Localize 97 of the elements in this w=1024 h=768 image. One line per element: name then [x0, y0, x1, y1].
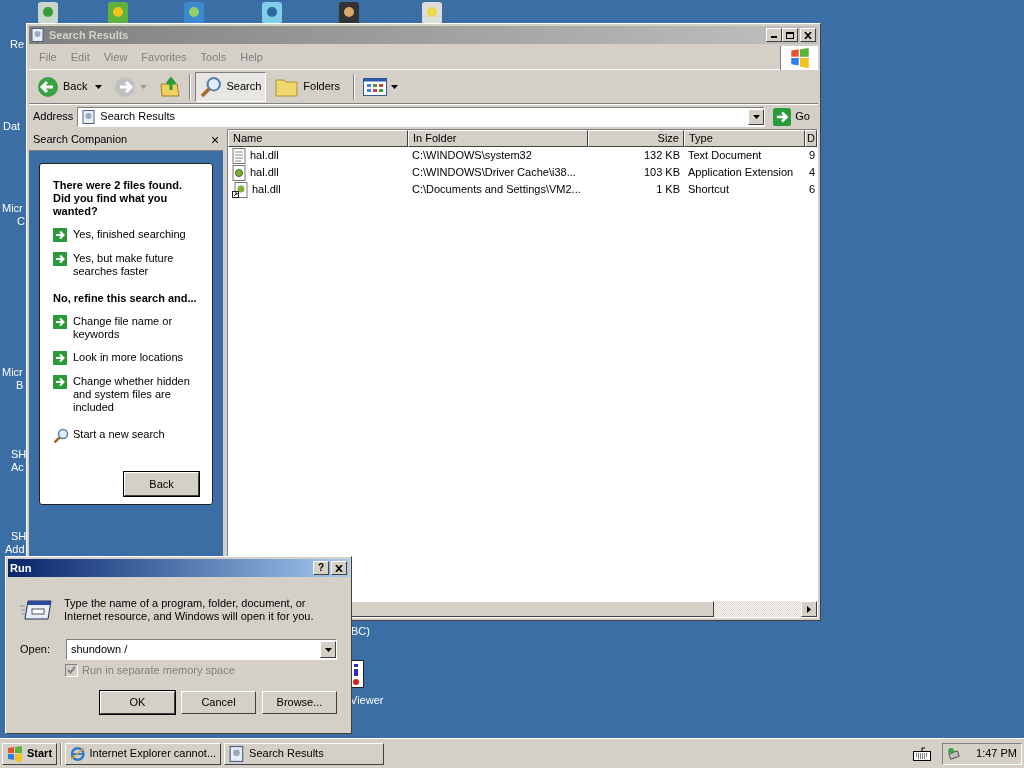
- table-cell-text: hal.dll: [250, 165, 279, 181]
- arrow-icon: [53, 252, 67, 266]
- scroll-right-icon[interactable]: [807, 605, 811, 613]
- dropdown-arrow-icon[interactable]: [95, 84, 103, 89]
- window-title: Run: [10, 560, 33, 576]
- close-icon: [335, 564, 343, 572]
- arrow-icon: [53, 315, 67, 329]
- option-link[interactable]: Yes, but make future searches faster: [73, 252, 200, 278]
- keyboard-icon[interactable]: [913, 746, 931, 761]
- table-cell-text: 6: [809, 182, 816, 198]
- run-icon: [20, 597, 52, 621]
- network-icon[interactable]: [947, 745, 961, 762]
- table-cell-text: 4: [809, 165, 816, 181]
- clock: 1:47 PM: [976, 746, 1017, 762]
- windows-logo-icon: [7, 745, 23, 762]
- desktop-icon-label: B: [16, 379, 24, 392]
- option-link[interactable]: Change file name or keywords: [73, 315, 200, 341]
- caret-icon: [752, 114, 760, 119]
- search-window-icon: [82, 109, 97, 124]
- folders-button[interactable]: Folders: [270, 71, 345, 102]
- table-cell-text: C:\Documents and Settings\VM2...: [412, 182, 581, 198]
- address-field[interactable]: Search Results: [77, 106, 766, 127]
- document-icon: [232, 147, 246, 164]
- table-cell-text: 9: [809, 148, 816, 164]
- search-window-icon: [229, 745, 246, 762]
- run-description: Type the name of a program, folder, document, or Internet resource, and Windows will open it for you.: [64, 597, 315, 623]
- gear-file-icon: [232, 164, 246, 181]
- caret-icon: [324, 647, 332, 652]
- desktop-icon-label: C: [17, 215, 25, 228]
- table-cell-text: Application Extension: [688, 165, 794, 181]
- back-button[interactable]: Back: [124, 472, 200, 496]
- table-cell-text: Text Document: [688, 148, 762, 164]
- table-cell-text: 132 KB: [643, 148, 680, 164]
- desktop-icon-label: SH: [11, 448, 27, 461]
- search-button[interactable]: Search: [195, 71, 267, 102]
- close-icon: [804, 31, 812, 39]
- arrow-icon: [53, 351, 67, 365]
- desktop-icon-label: SH: [11, 530, 27, 543]
- arrow-icon: [773, 107, 792, 126]
- open-field[interactable]: shundown /: [65, 639, 337, 660]
- start-button[interactable]: Start: [2, 742, 58, 765]
- pane-title: Search Companion: [33, 132, 129, 148]
- folder-icon: [275, 76, 300, 97]
- option-link[interactable]: Start a new search: [73, 428, 165, 441]
- browse-button[interactable]: Browse...: [262, 690, 337, 714]
- maximize-button[interactable]: [782, 28, 798, 42]
- taskbar-button[interactable]: Internet Explorer cannot...: [65, 742, 222, 765]
- desktop-icon-label: Dat: [3, 120, 21, 133]
- option-link[interactable]: Yes, finished searching: [73, 228, 186, 241]
- views-icon[interactable]: [363, 77, 387, 96]
- shortcut-icon: [232, 181, 248, 198]
- table-cell-text: Shortcut: [688, 182, 729, 198]
- desktop-icon-label: BC): [351, 625, 370, 638]
- arrow-icon: [53, 375, 67, 389]
- search-window-icon: [31, 28, 45, 42]
- address-label: Address: [33, 109, 74, 125]
- section-heading: No, refine this search and...: [53, 292, 198, 305]
- result-heading: There were 2 files found. Did you find what you wanted?: [53, 179, 183, 218]
- checkbox-label: Run in separate memory space: [82, 663, 235, 678]
- close-button[interactable]: [331, 561, 347, 575]
- desktop-icon-label: Micr: [2, 202, 23, 215]
- go-button[interactable]: Go: [769, 107, 814, 126]
- window-title: Search Results: [49, 27, 130, 43]
- windows-logo-icon: [789, 47, 810, 68]
- desktop-icon-label: Add: [5, 543, 25, 556]
- back-button[interactable]: Back: [33, 72, 92, 101]
- table-cell-text: hal.dll: [252, 182, 281, 198]
- table-cell-text: 103 KB: [643, 165, 680, 181]
- column-header[interactable]: Name: [228, 130, 408, 147]
- option-link[interactable]: Look in more locations: [73, 351, 184, 364]
- browser-icon: [70, 745, 86, 762]
- arrow-icon: [53, 228, 67, 242]
- search-icon: [53, 428, 69, 444]
- column-header[interactable]: Size: [588, 130, 684, 147]
- taskbar-button[interactable]: Search Results: [224, 742, 385, 765]
- dropdown-button[interactable]: [748, 108, 765, 125]
- desktop-icon-label: Ac: [11, 461, 24, 474]
- dropdown-arrow-icon[interactable]: [391, 84, 398, 89]
- table-cell-text: 1 KB: [656, 182, 680, 198]
- desktop-icon-label: Re: [10, 38, 25, 51]
- close-button[interactable]: [800, 28, 816, 42]
- column-header[interactable]: In Folder: [408, 130, 588, 147]
- close-button[interactable]: ×: [210, 132, 220, 147]
- column-header[interactable]: Type: [684, 130, 805, 147]
- search-icon: [200, 75, 223, 98]
- ok-button[interactable]: OK: [100, 690, 175, 714]
- dropdown-button[interactable]: [320, 641, 336, 658]
- cancel-button[interactable]: Cancel: [181, 690, 256, 714]
- option-link[interactable]: Change whether hidden and system files are included: [73, 375, 200, 414]
- table-cell-text: hal.dll: [250, 148, 279, 164]
- minimize-button[interactable]: [766, 28, 782, 42]
- help-button[interactable]: ?: [313, 561, 329, 575]
- table-cell-text: C:\WINDOWS\Driver Cache\i38...: [412, 165, 576, 181]
- desktop-icon-label: Micr: [2, 366, 23, 379]
- table-cell-text: C:\WINDOWS\system32: [412, 148, 532, 164]
- column-header[interactable]: D: [805, 130, 817, 147]
- open-label: Open:: [20, 642, 50, 658]
